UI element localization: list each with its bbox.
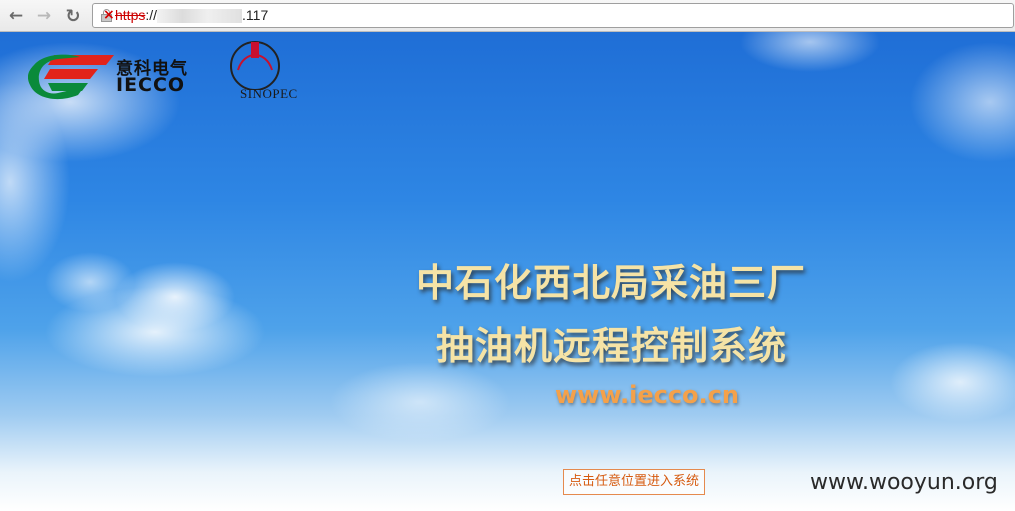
iecco-english-name: IECCO	[116, 74, 186, 96]
url-scheme: https	[115, 7, 146, 23]
url-text[interactable]: https:// .117	[115, 7, 269, 24]
website-link[interactable]: www.iecco.cn	[555, 381, 739, 409]
forward-button[interactable]: →	[34, 6, 54, 26]
browser-toolbar: ← → ↻ × https:// .117	[0, 0, 1015, 32]
address-bar[interactable]: × https:// .117	[92, 3, 1014, 28]
sinopec-wordmark: SINOPEC	[240, 86, 298, 101]
iecco-logo-icon	[28, 54, 114, 100]
sinopec-logo-icon	[230, 41, 280, 90]
redacted-host	[157, 9, 243, 24]
reload-button[interactable]: ↻	[63, 5, 83, 27]
arrow-right-icon: →	[36, 6, 52, 26]
enter-system-button[interactable]: 点击任意位置进入系统	[563, 469, 706, 495]
landing-page[interactable]: 意科电气 IECCO SINOPEC 中石化西北局采油三厂 抽油机远程控制系统 …	[0, 32, 1015, 511]
url-suffix: .117	[242, 7, 269, 23]
reload-icon: ↻	[65, 5, 81, 27]
url-prefix: ://	[145, 7, 158, 23]
back-button[interactable]: ←	[6, 6, 26, 26]
watermark: www.wooyun.org	[810, 470, 998, 495]
insecure-lock-icon[interactable]: ×	[101, 7, 115, 23]
page-title-line1: 中石化西北局采油三厂	[416, 261, 807, 305]
page-title-line2: 抽油机远程控制系统	[436, 324, 788, 368]
arrow-left-icon: ←	[8, 6, 24, 26]
